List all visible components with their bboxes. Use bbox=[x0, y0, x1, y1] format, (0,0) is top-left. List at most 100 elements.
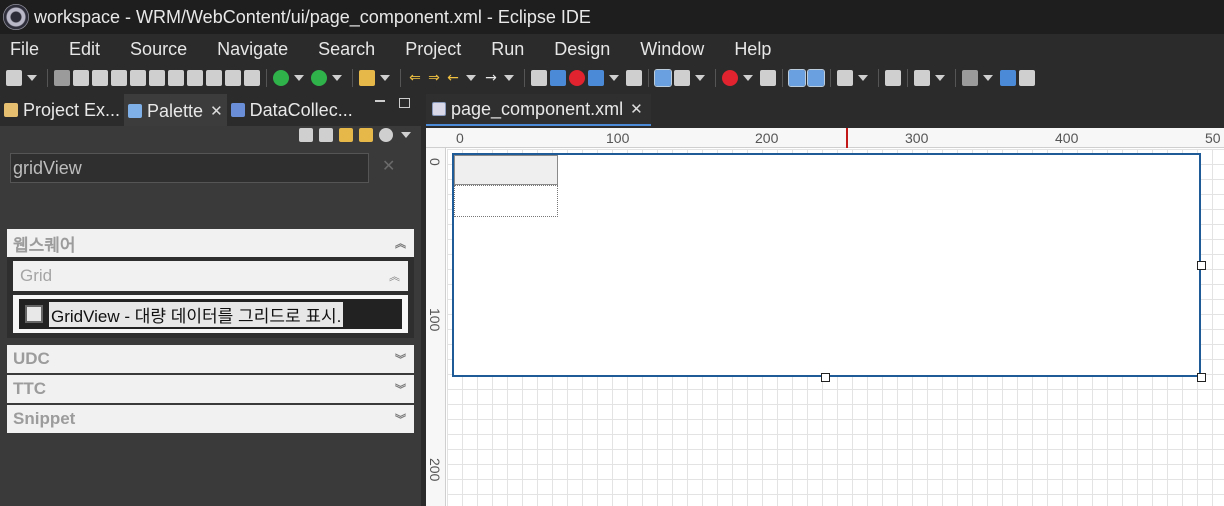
drawer-ttc[interactable]: TTC ︾ bbox=[7, 375, 414, 403]
tool-17-dropdown-icon[interactable] bbox=[743, 75, 753, 81]
back-icon[interactable]: ← bbox=[445, 70, 461, 86]
tool-6-icon[interactable] bbox=[168, 70, 184, 86]
project-explorer-icon bbox=[4, 103, 18, 117]
maximize-icon[interactable] bbox=[399, 98, 410, 108]
filter-icon[interactable] bbox=[359, 128, 373, 142]
new-dropdown-icon[interactable] bbox=[27, 75, 37, 81]
tool-16-dropdown-icon[interactable] bbox=[695, 75, 705, 81]
main-toolbar: ⇐ ⇒ ← → bbox=[0, 64, 1224, 92]
drawer-websquare-body: Grid ︽ GridView - 대량 데이터를 그리드로 표시. bbox=[7, 257, 414, 338]
tool-10-icon[interactable] bbox=[244, 70, 260, 86]
tool-7-icon[interactable] bbox=[187, 70, 203, 86]
collapse-all-icon[interactable] bbox=[299, 128, 313, 142]
tab-palette[interactable]: Palette ✕ bbox=[124, 94, 227, 126]
tool-9-icon[interactable] bbox=[225, 70, 241, 86]
palette-entry-gridview[interactable]: GridView - 대량 데이터를 그리드로 표시. bbox=[19, 299, 402, 329]
tool-23-icon[interactable] bbox=[962, 70, 978, 86]
menu-source[interactable]: Source bbox=[130, 39, 187, 60]
tool-22-icon[interactable] bbox=[914, 70, 930, 86]
debug-icon[interactable] bbox=[273, 70, 289, 86]
pen-icon[interactable] bbox=[359, 70, 375, 86]
tool-2-icon[interactable] bbox=[92, 70, 108, 86]
editor-area: page_component.xml ✕ 0 100 200 300 400 5… bbox=[426, 94, 1224, 506]
gear-icon[interactable] bbox=[379, 128, 393, 142]
tool-3-icon[interactable] bbox=[111, 70, 127, 86]
left-panel-tabs: Project Ex... Palette ✕ DataCollec... bbox=[0, 94, 421, 126]
close-palette-icon[interactable]: ✕ bbox=[210, 102, 223, 120]
expand-all-icon[interactable] bbox=[319, 128, 333, 142]
tool-18-icon[interactable] bbox=[760, 70, 776, 86]
tool-22-dropdown-icon[interactable] bbox=[935, 75, 945, 81]
phone-dropdown-icon[interactable] bbox=[858, 75, 868, 81]
clear-search-icon[interactable]: ✕ bbox=[382, 156, 395, 175]
xml-file-icon bbox=[432, 102, 446, 116]
back-dropdown-icon[interactable] bbox=[466, 75, 476, 81]
tool-21-icon[interactable] bbox=[885, 70, 901, 86]
tool-4-icon[interactable] bbox=[130, 70, 146, 86]
refresh-icon[interactable] bbox=[339, 128, 353, 142]
menu-window[interactable]: Window bbox=[640, 39, 704, 60]
tool-16-icon[interactable] bbox=[674, 70, 690, 86]
menu-design[interactable]: Design bbox=[554, 39, 610, 60]
resize-handle-right[interactable] bbox=[1197, 261, 1206, 270]
view-menu-icon[interactable] bbox=[401, 132, 411, 138]
tab-project-explorer[interactable]: Project Ex... bbox=[0, 94, 124, 126]
tool-11-icon[interactable] bbox=[531, 70, 547, 86]
group-grid-header[interactable]: Grid ︽ bbox=[13, 261, 408, 291]
tool-8-icon[interactable] bbox=[206, 70, 222, 86]
tool-24-icon[interactable] bbox=[1000, 70, 1016, 86]
record-icon[interactable] bbox=[569, 70, 585, 86]
tool-15-icon[interactable] bbox=[654, 69, 672, 87]
new-icon[interactable] bbox=[6, 70, 22, 86]
next-annotation-icon[interactable]: ⇒ bbox=[426, 70, 442, 86]
gridview-header[interactable] bbox=[454, 155, 558, 185]
tool-17-icon[interactable] bbox=[722, 70, 738, 86]
drawer-udc-header[interactable]: UDC ︾ bbox=[7, 345, 414, 373]
run-dropdown-icon[interactable] bbox=[332, 75, 342, 81]
drawer-ttc-label: TTC bbox=[13, 379, 47, 398]
menu-search[interactable]: Search bbox=[318, 39, 375, 60]
drawer-ttc-header[interactable]: TTC ︾ bbox=[7, 375, 414, 403]
drawer-websquare-header[interactable]: 웹스퀘어 ︽ bbox=[7, 229, 414, 257]
resize-handle-corner[interactable] bbox=[1197, 373, 1206, 382]
resize-handle-bottom[interactable] bbox=[821, 373, 830, 382]
tool-14-icon[interactable] bbox=[626, 70, 642, 86]
menu-edit[interactable]: Edit bbox=[69, 39, 100, 60]
tool-13-dropdown-icon[interactable] bbox=[609, 75, 619, 81]
forward-dropdown-icon[interactable] bbox=[504, 75, 514, 81]
design-canvas[interactable] bbox=[447, 149, 1224, 506]
minimize-icon[interactable] bbox=[375, 100, 385, 102]
pen-dropdown-icon[interactable] bbox=[380, 75, 390, 81]
forward-icon[interactable]: → bbox=[483, 70, 499, 86]
drawer-snippet-header[interactable]: Snippet ︾ bbox=[7, 405, 414, 433]
tab-page-component[interactable]: page_component.xml ✕ bbox=[426, 94, 651, 126]
close-editor-icon[interactable]: ✕ bbox=[630, 100, 643, 118]
gridview-body-row[interactable] bbox=[454, 185, 558, 217]
tab-datacollection[interactable]: DataCollec... bbox=[227, 94, 357, 126]
menu-help[interactable]: Help bbox=[734, 39, 771, 60]
menu-navigate[interactable]: Navigate bbox=[217, 39, 288, 60]
tool-12-icon[interactable] bbox=[550, 70, 566, 86]
phone-icon[interactable] bbox=[837, 70, 853, 86]
tool-5-icon[interactable] bbox=[149, 70, 165, 86]
prev-annotation-icon[interactable]: ⇐ bbox=[407, 70, 423, 86]
tool-23-dropdown-icon[interactable] bbox=[983, 75, 993, 81]
title-bar: workspace - WRM/WebContent/ui/page_compo… bbox=[0, 0, 1224, 34]
tool-19-icon[interactable] bbox=[788, 69, 806, 87]
drawer-snippet[interactable]: Snippet ︾ bbox=[7, 405, 414, 433]
palette-search-input[interactable]: gridView bbox=[10, 153, 369, 183]
menu-file[interactable]: File bbox=[10, 39, 39, 60]
save-icon[interactable] bbox=[54, 70, 70, 86]
tool-20-icon[interactable] bbox=[807, 69, 825, 87]
collapse-chevron-icon: ︽ bbox=[395, 237, 406, 250]
run-icon[interactable] bbox=[311, 70, 327, 86]
menu-run[interactable]: Run bbox=[491, 39, 524, 60]
tool-1-icon[interactable] bbox=[73, 70, 89, 86]
tool-25-icon[interactable] bbox=[1019, 70, 1035, 86]
page-container[interactable] bbox=[452, 153, 1201, 377]
tab-project-explorer-label: Project Ex... bbox=[23, 99, 121, 120]
menu-project[interactable]: Project bbox=[405, 39, 461, 60]
debug-dropdown-icon[interactable] bbox=[294, 75, 304, 81]
tool-13-icon[interactable] bbox=[588, 70, 604, 86]
drawer-udc[interactable]: UDC ︾ bbox=[7, 345, 414, 373]
